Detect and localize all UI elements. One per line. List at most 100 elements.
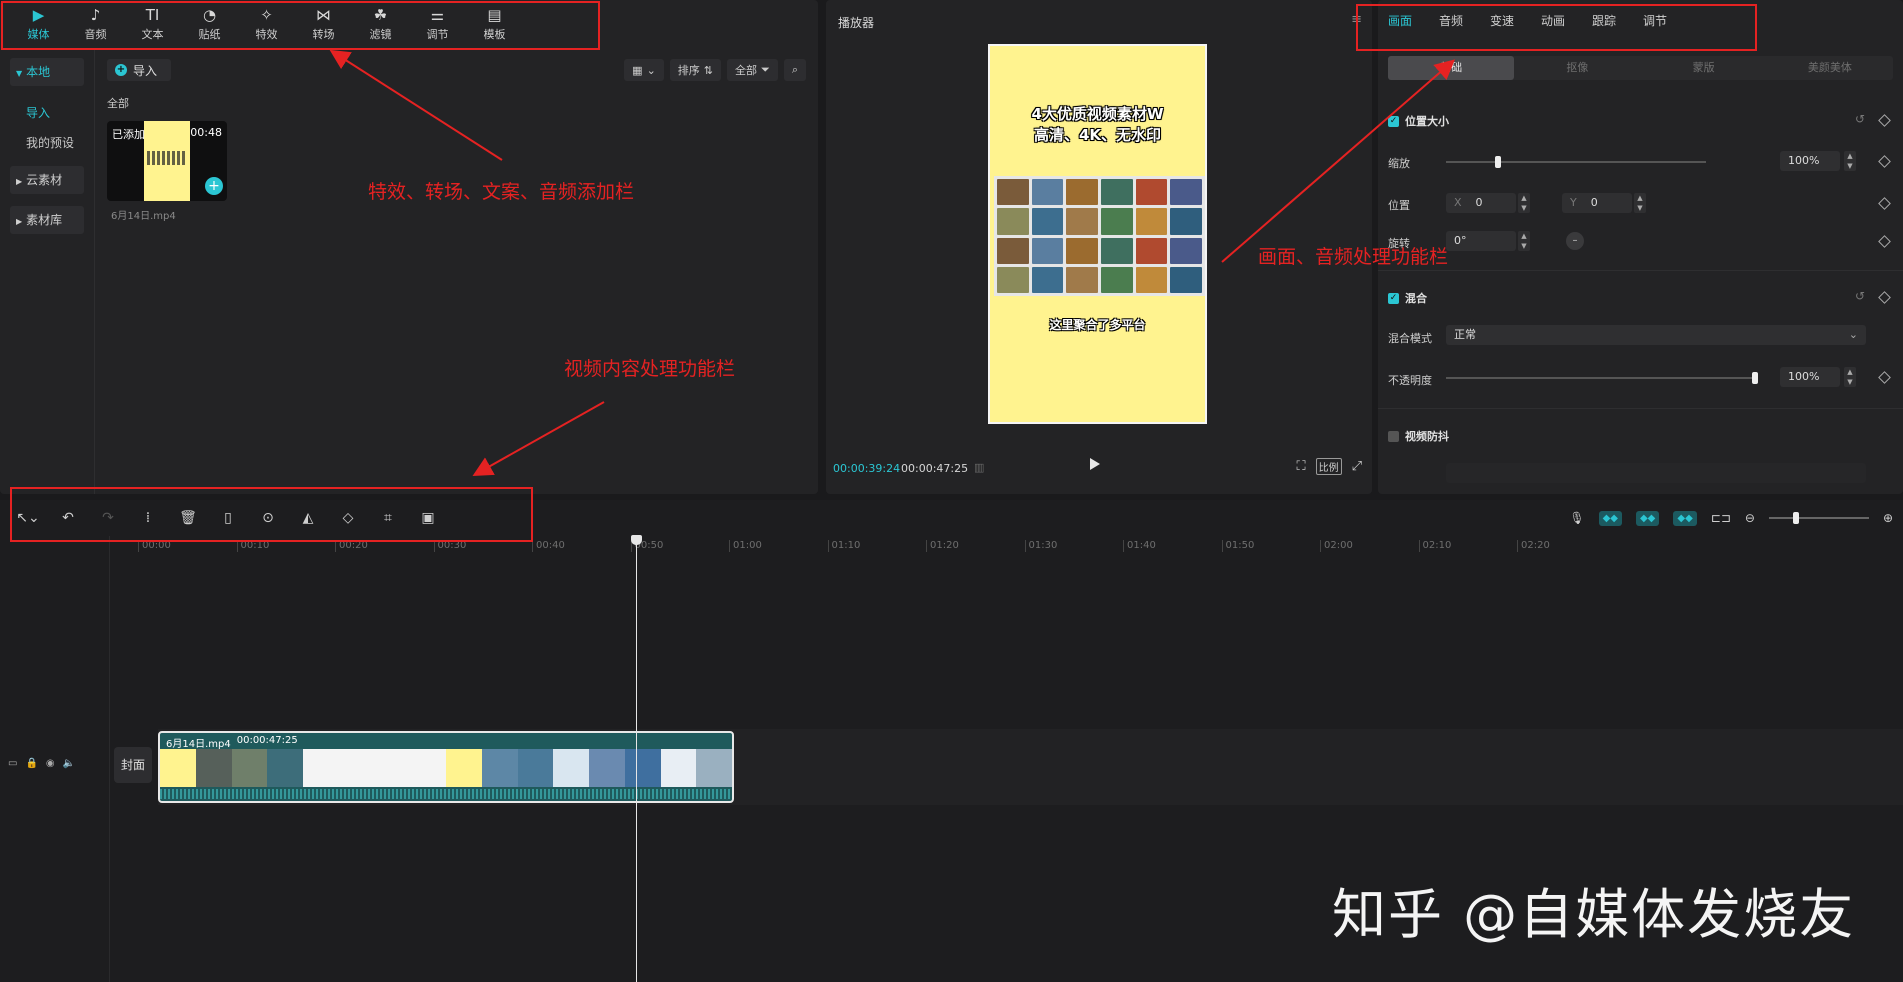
keyframe-icon[interactable] [1878,155,1891,168]
preview-title: 4大优质视频素材W 高清、4K、无水印 [990,104,1205,146]
playhead[interactable] [636,536,637,982]
rotate-input[interactable]: 0° [1446,231,1516,251]
sidebar-cloud-label: 云素材 [26,173,63,187]
rotate-stepper[interactable]: ▲ ▼ [1518,231,1530,251]
inspector-sub-tab-2[interactable]: 蒙版 [1641,56,1767,80]
microphone-icon[interactable]: 🎙 [1569,511,1584,525]
preview-thumb [1100,266,1133,293]
preview-thumb [1135,179,1168,206]
zoom-slider[interactable] [1768,512,1869,524]
ratio-button[interactable]: 比例 [1315,458,1342,475]
opacity-stepper[interactable]: ▲ ▼ [1844,367,1856,387]
auto-snap-icon[interactable]: ◆◆ [1635,510,1660,526]
preview-thumb [1031,237,1064,264]
video-preview[interactable]: 4大优质视频素材W 高清、4K、无水印 这里聚合了多平台 [988,44,1207,424]
preview-thumb [1031,179,1064,206]
rotate-dial-icon[interactable]: – [1566,232,1584,250]
blend-mode-select[interactable]: 正常 ⌄ [1446,325,1866,345]
scale-stepper[interactable]: ▲ ▼ [1844,151,1856,171]
fullscreen-icon[interactable]: ⤢ [1352,459,1362,474]
current-time: 00:00:39:24 [833,462,901,475]
scale-slider[interactable] [1446,156,1706,168]
filmstrip-frame [303,749,339,787]
speaker-icon[interactable]: 🔈 [63,758,75,769]
linkage-icon[interactable]: ◆◆ [1673,510,1697,526]
lock-icon[interactable]: 🔒 [25,758,37,769]
main-track-magnet-icon[interactable]: ◆◆ [1598,510,1622,526]
fit-screen-icon[interactable]: ⛶ [1296,459,1305,474]
position-y-stepper[interactable]: ▲ ▼ [1634,193,1646,213]
ruler-tick: 02:10 [1418,540,1451,552]
sidebar-presets[interactable]: 我的预设 [10,128,84,158]
import-button[interactable]: + 导入 [107,59,171,81]
opacity-input[interactable]: 100% [1780,367,1840,387]
checkbox-checked-icon[interactable]: ✓ [1388,115,1399,127]
filmstrip-frame [338,749,375,787]
inspector-sub-tab-0[interactable]: 基础 [1388,56,1515,80]
inspector-sub-tab-3[interactable]: 美颜美体 [1767,56,1893,80]
waveform-icon[interactable]: ▥ [974,461,984,474]
position-size-header[interactable]: ✓ 位置大小 [1388,113,1449,129]
media-thumbnail[interactable]: 已添加 00:48 + [107,121,227,201]
scale-slider-knob[interactable] [1495,156,1501,168]
preview-thumb [1031,266,1064,293]
clip-duration: 00:48 [190,126,222,139]
zoom-slider-knob[interactable] [1792,512,1799,524]
sidebar-cloud[interactable]: ▶ 云素材 [10,166,84,194]
preview-thumb [1100,237,1133,264]
keyframe-icon[interactable] [1878,235,1891,248]
preview-thumbnail-grid [994,176,1205,296]
y-value: 0 [1590,196,1598,209]
opacity-slider-knob[interactable] [1752,372,1758,384]
inspector-sub-tab-1[interactable]: 抠像 [1514,56,1640,80]
preview-axis-icon[interactable]: ⊏⊐ [1711,511,1731,525]
zoom-in-icon[interactable]: ⊕ [1883,511,1893,525]
eye-icon[interactable]: ◉ [46,758,55,769]
reset-icon[interactable]: ↺ [1855,289,1865,303]
preview-title-line1: 4大优质视频素材W [1031,105,1164,123]
preview-thumb [1100,179,1133,206]
filmstrip-frame [160,749,196,787]
preview-thumb [1170,179,1202,206]
blend-header[interactable]: ✓ 混合 [1388,290,1427,306]
x-prefix: X [1454,196,1462,209]
keyframe-icon[interactable] [1878,291,1891,304]
zoom-out-icon[interactable]: ⊖ [1745,511,1755,525]
scale-input[interactable]: 100% [1780,151,1840,171]
preview-thumb [1066,208,1098,235]
sidebar-import[interactable]: 导入 [10,98,84,128]
checkbox-unchecked-icon[interactable] [1388,430,1399,442]
sort-button[interactable]: 排序 ⇅ [669,59,722,81]
position-y-input[interactable]: Y0 [1562,193,1632,213]
view-toggle-button[interactable]: ▦ ⌄ [624,59,664,81]
filter-button[interactable]: 全部 ⏷ [727,59,778,81]
add-to-timeline-icon[interactable]: + [205,177,223,195]
track-toggle-icon[interactable]: ▭ [8,758,17,769]
keyframe-icon[interactable] [1878,197,1891,210]
reset-icon[interactable]: ↺ [1855,112,1865,126]
filmstrip-frame [696,749,732,787]
stabilize-level-select[interactable] [1446,463,1866,483]
stabilize-header[interactable]: 视频防抖 [1388,428,1449,444]
timeline-right-tools: 🎙 ◆◆ ◆◆ ◆◆ ⊏⊐ ⊖ ⊕ [1569,500,1893,536]
y-prefix: Y [1570,196,1577,209]
search-button[interactable]: ⌕ [783,59,806,81]
keyframe-icon[interactable] [1878,114,1891,127]
sidebar-local[interactable]: ▼ 本地 [10,58,84,86]
position-x-input[interactable]: X0 [1446,193,1516,213]
timeline-clip[interactable]: 6月14日.mp4 00:00:47:25 [158,731,734,803]
checkbox-checked-icon[interactable]: ✓ [1388,292,1399,304]
filmstrip-frame [374,749,411,787]
cover-button[interactable]: 封面 [114,747,152,783]
annotation-box-inspector-tabs [1356,4,1757,51]
play-button[interactable] [1090,458,1100,470]
position-x-stepper[interactable]: ▲ ▼ [1518,193,1530,213]
ruler-tick: 02:00 [1320,540,1353,552]
divider [1378,270,1903,271]
keyframe-icon[interactable] [1878,371,1891,384]
sidebar-library[interactable]: ▶ 素材库 [10,206,84,234]
clip-waveform [160,789,732,799]
preview-thumb [997,237,1029,264]
opacity-slider[interactable] [1446,372,1758,384]
grid-icon: ▦ [632,63,643,77]
